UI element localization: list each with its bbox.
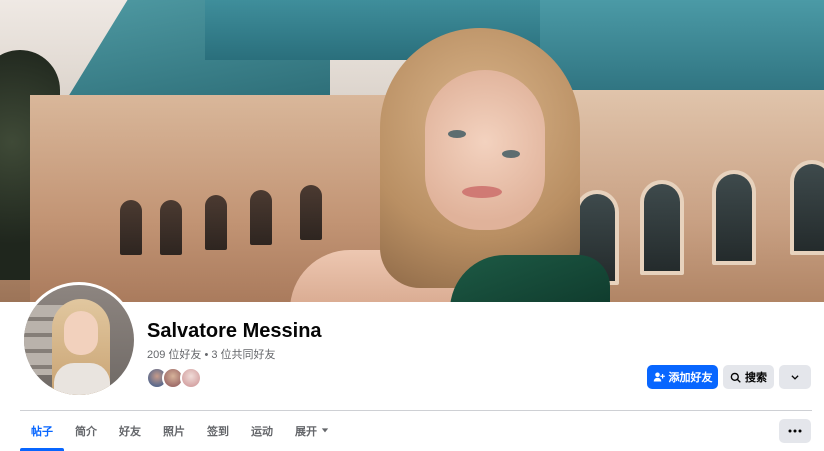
tab-label: 运动 — [251, 426, 273, 438]
chevron-down-icon — [790, 372, 800, 382]
search-button[interactable]: 搜索 — [723, 365, 774, 389]
cover-window — [120, 200, 142, 255]
cover-arch-window — [790, 160, 824, 255]
avatar-image — [24, 285, 134, 395]
profile-avatar[interactable] — [21, 282, 137, 398]
person-plus-icon — [653, 371, 665, 383]
tab-checkins[interactable]: 签到 — [196, 411, 240, 451]
tab-posts[interactable]: 帖子 — [20, 411, 64, 451]
search-icon — [730, 372, 741, 383]
cover-roof-right — [540, 0, 824, 95]
profile-tabs: 帖子 简介 好友 照片 签到 运动 展开 — [20, 411, 340, 451]
search-label: 搜索 — [745, 372, 767, 384]
tab-more[interactable]: 展开 — [284, 411, 340, 451]
cover-person-lips — [462, 186, 502, 198]
tab-label: 好友 — [119, 426, 141, 438]
profile-name: Salvatore Messina — [147, 320, 322, 342]
cover-window — [205, 195, 227, 250]
tab-sports[interactable]: 运动 — [240, 411, 284, 451]
friends-summary[interactable]: 209 位好友 • 3 位共同好友 — [147, 346, 276, 362]
tab-label: 签到 — [207, 426, 229, 438]
cover-person-eye — [502, 150, 520, 158]
cover-arch-window — [712, 170, 756, 265]
tab-label: 帖子 — [31, 426, 53, 438]
cover-window — [160, 200, 182, 255]
cover-photo[interactable] — [0, 0, 824, 302]
more-dots-icon — [788, 429, 802, 433]
avatar-clothing — [54, 363, 110, 395]
more-options-button[interactable] — [779, 419, 811, 443]
tab-about[interactable]: 简介 — [64, 411, 108, 451]
profile-options-dropdown[interactable] — [779, 365, 811, 389]
cover-arch-window — [640, 180, 684, 275]
tab-label: 展开 — [295, 426, 317, 438]
tab-friends[interactable]: 好友 — [108, 411, 152, 451]
add-friend-label: 添加好友 — [668, 372, 713, 384]
tab-label: 照片 — [163, 426, 185, 438]
add-friend-button[interactable]: 添加好友 — [647, 365, 718, 389]
mutual-friend-avatar[interactable] — [180, 367, 202, 389]
avatar-face — [64, 311, 98, 355]
cover-window — [250, 190, 272, 245]
cover-window — [300, 185, 322, 240]
mutual-friends-avatars[interactable] — [146, 367, 226, 391]
tab-label: 简介 — [75, 426, 97, 438]
caret-down-icon — [321, 425, 329, 437]
cover-person-eye — [448, 130, 466, 138]
tab-photos[interactable]: 照片 — [152, 411, 196, 451]
cover-person-face — [425, 70, 545, 230]
